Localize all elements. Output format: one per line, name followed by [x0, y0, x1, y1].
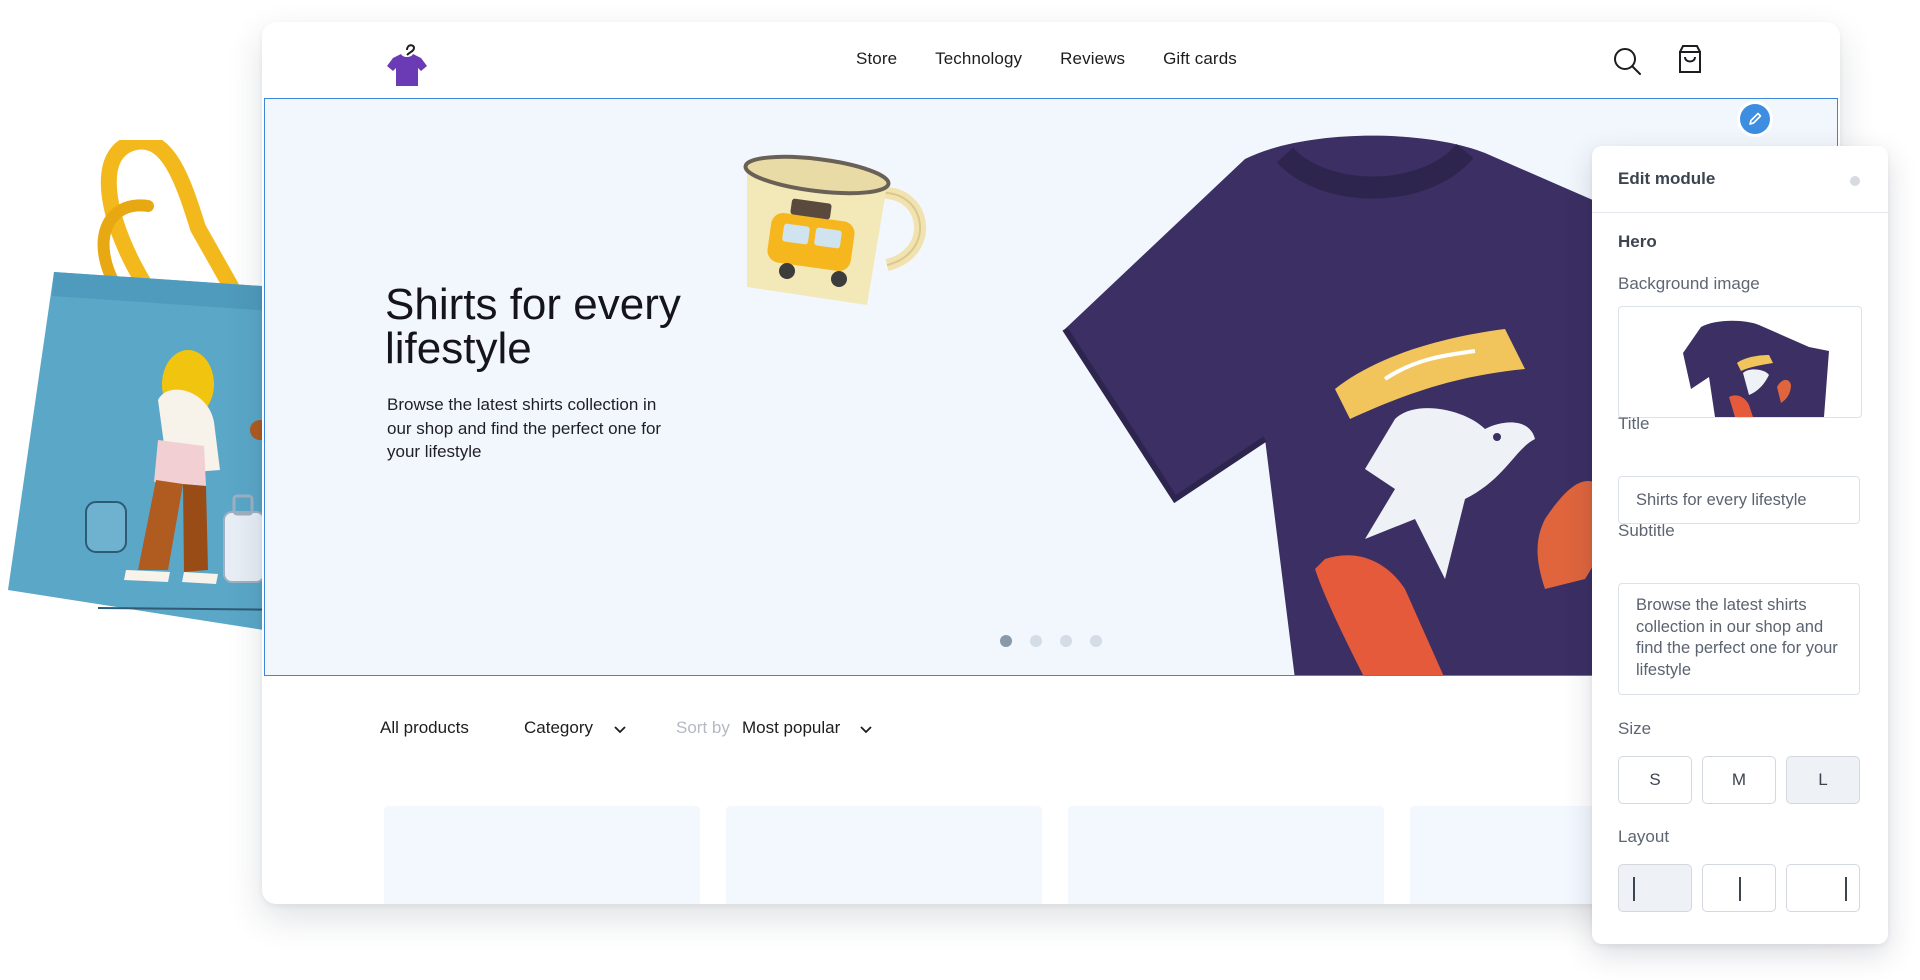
nav-link-gift-cards[interactable]: Gift cards	[1163, 49, 1237, 69]
chevron-down-icon[interactable]	[858, 722, 874, 738]
title-label: Title	[1618, 414, 1650, 433]
search-icon[interactable]	[1612, 46, 1642, 76]
slider-dots	[1000, 635, 1102, 647]
edit-pencil-button[interactable]	[1740, 104, 1770, 134]
sort-dropdown[interactable]: Most popular	[742, 718, 840, 738]
product-card[interactable]	[384, 806, 700, 904]
size-option-m[interactable]: M	[1702, 756, 1776, 804]
panel-title: Edit module	[1618, 169, 1716, 188]
sort-by-label: Sort by	[676, 718, 730, 737]
edit-module-panel: Edit module Hero Background image Title …	[1592, 146, 1888, 944]
background-thumbnail	[1683, 320, 1829, 417]
nav-links: Store Technology Reviews Gift cards	[856, 49, 1275, 69]
align-right-icon	[1845, 877, 1847, 901]
all-products-filter[interactable]: All products	[380, 718, 469, 738]
product-card[interactable]	[726, 806, 1042, 904]
hero-subtitle: Browse the latest shirts collection in o…	[387, 395, 662, 461]
size-option-s[interactable]: S	[1618, 756, 1692, 804]
nav-link-reviews[interactable]: Reviews	[1060, 49, 1125, 69]
size-option-l[interactable]: L	[1786, 756, 1860, 804]
slide-dot-3[interactable]	[1060, 635, 1072, 647]
top-navigation: Store Technology Reviews Gift cards	[262, 22, 1840, 98]
layout-option-center[interactable]	[1702, 864, 1776, 912]
layout-option-right[interactable]	[1786, 864, 1860, 912]
panel-status-dot	[1850, 176, 1860, 186]
subtitle-label: Subtitle	[1618, 521, 1675, 540]
background-image-picker[interactable]	[1618, 306, 1862, 418]
shopping-bag-icon[interactable]	[1676, 44, 1704, 74]
product-filters: All products Category Sort by Most popul…	[380, 718, 980, 748]
background-image-label: Background image	[1618, 274, 1760, 293]
mug-image	[743, 154, 927, 305]
section-title: Hero	[1618, 232, 1657, 251]
title-input[interactable]: Shirts for every lifestyle	[1618, 476, 1860, 524]
layout-option-left[interactable]	[1618, 864, 1692, 912]
tshirt-hanger-logo[interactable]	[384, 38, 430, 90]
nav-link-store[interactable]: Store	[856, 49, 897, 69]
chevron-down-icon[interactable]	[612, 722, 628, 738]
nav-link-technology[interactable]: Technology	[935, 49, 1022, 69]
product-card[interactable]	[1068, 806, 1384, 904]
size-label: Size	[1618, 719, 1652, 738]
align-center-icon	[1739, 877, 1741, 901]
subtitle-textarea[interactable]: Browse the latest shirts collection in o…	[1618, 583, 1860, 695]
panel-header: Edit module	[1592, 146, 1888, 213]
category-dropdown[interactable]: Category	[524, 718, 593, 738]
slide-dot-4[interactable]	[1090, 635, 1102, 647]
pencil-icon	[1749, 112, 1762, 125]
slide-dot-2[interactable]	[1030, 635, 1042, 647]
slide-dot-1[interactable]	[1000, 635, 1012, 647]
align-left-icon	[1633, 877, 1635, 901]
layout-label: Layout	[1618, 827, 1670, 846]
